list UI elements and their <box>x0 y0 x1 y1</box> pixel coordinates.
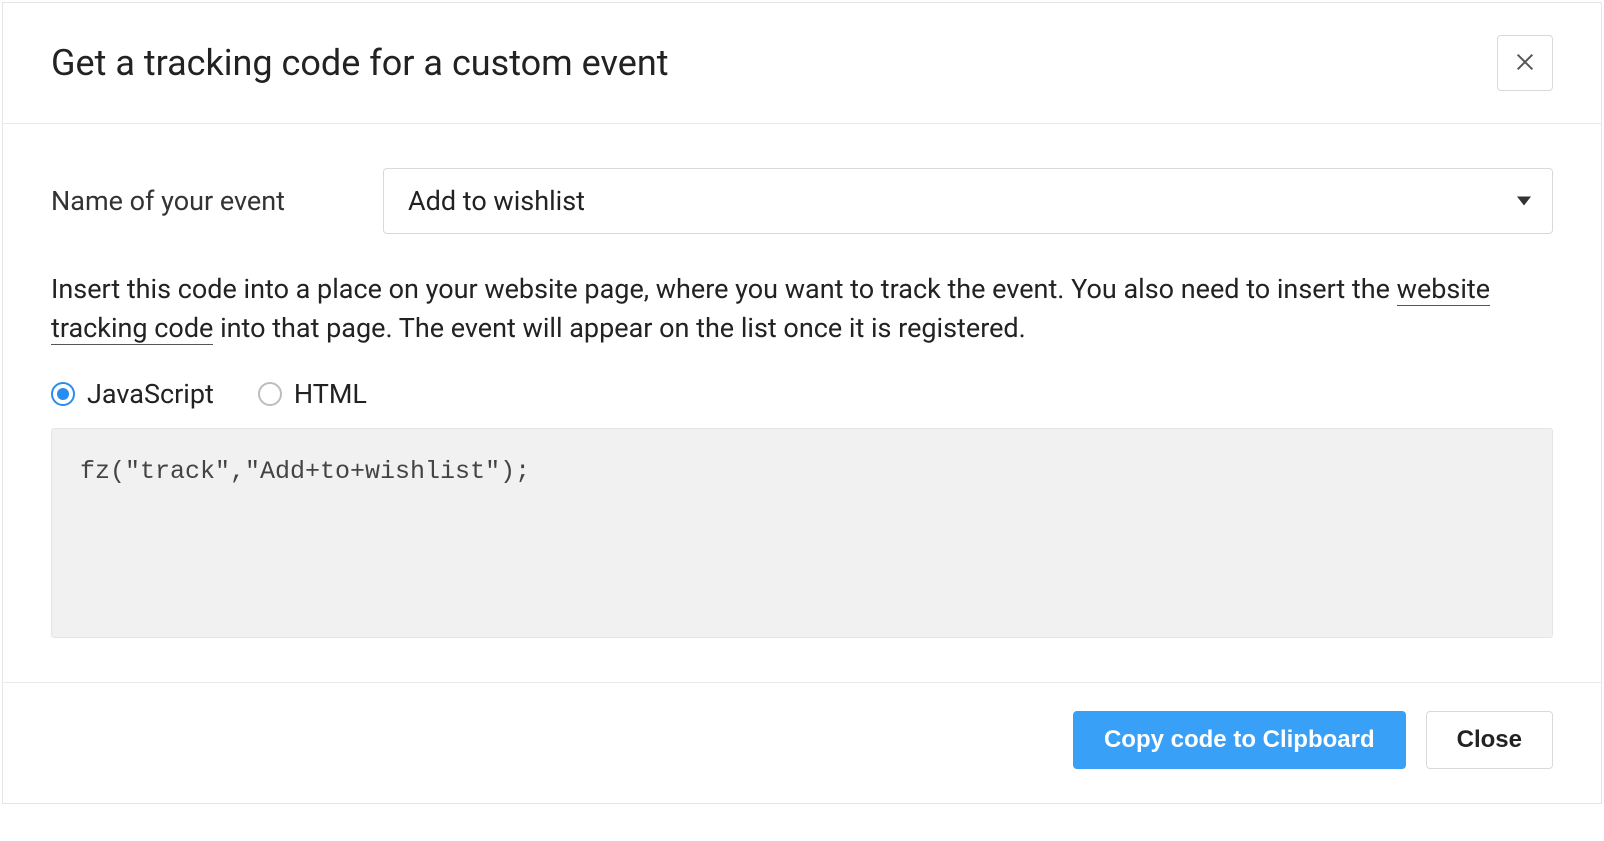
radio-html[interactable]: HTML <box>258 378 367 410</box>
modal-footer: Copy code to Clipboard Close <box>3 682 1601 803</box>
close-button[interactable]: Close <box>1426 711 1553 769</box>
event-name-select-value: Add to wishlist <box>408 185 585 217</box>
event-name-label: Name of your event <box>51 185 351 217</box>
event-name-select-wrap: Add to wishlist <box>383 168 1553 234</box>
event-name-select[interactable]: Add to wishlist <box>383 168 1553 234</box>
modal-body: Name of your event Add to wishlist Inser… <box>3 124 1601 682</box>
radio-indicator-unchecked <box>258 382 282 406</box>
radio-html-label: HTML <box>294 378 367 410</box>
code-format-radio-group: JavaScript HTML <box>51 378 1553 410</box>
instruction-part-1: Insert this code into a place on your we… <box>51 273 1397 305</box>
modal-title: Get a tracking code for a custom event <box>51 42 668 84</box>
code-snippet-box[interactable]: fz("track","Add+to+wishlist"); <box>51 428 1553 638</box>
close-icon <box>1514 51 1536 76</box>
radio-javascript[interactable]: JavaScript <box>51 378 214 410</box>
radio-indicator-checked <box>51 382 75 406</box>
instruction-text: Insert this code into a place on your we… <box>51 270 1553 348</box>
close-icon-button[interactable] <box>1497 35 1553 91</box>
tracking-code-modal: Get a tracking code for a custom event N… <box>2 2 1602 804</box>
radio-javascript-label: JavaScript <box>87 378 214 410</box>
instruction-part-2: into that page. The event will appear on… <box>213 312 1025 344</box>
event-name-row: Name of your event Add to wishlist <box>51 168 1553 234</box>
copy-code-button[interactable]: Copy code to Clipboard <box>1073 711 1406 769</box>
modal-header: Get a tracking code for a custom event <box>3 3 1601 124</box>
